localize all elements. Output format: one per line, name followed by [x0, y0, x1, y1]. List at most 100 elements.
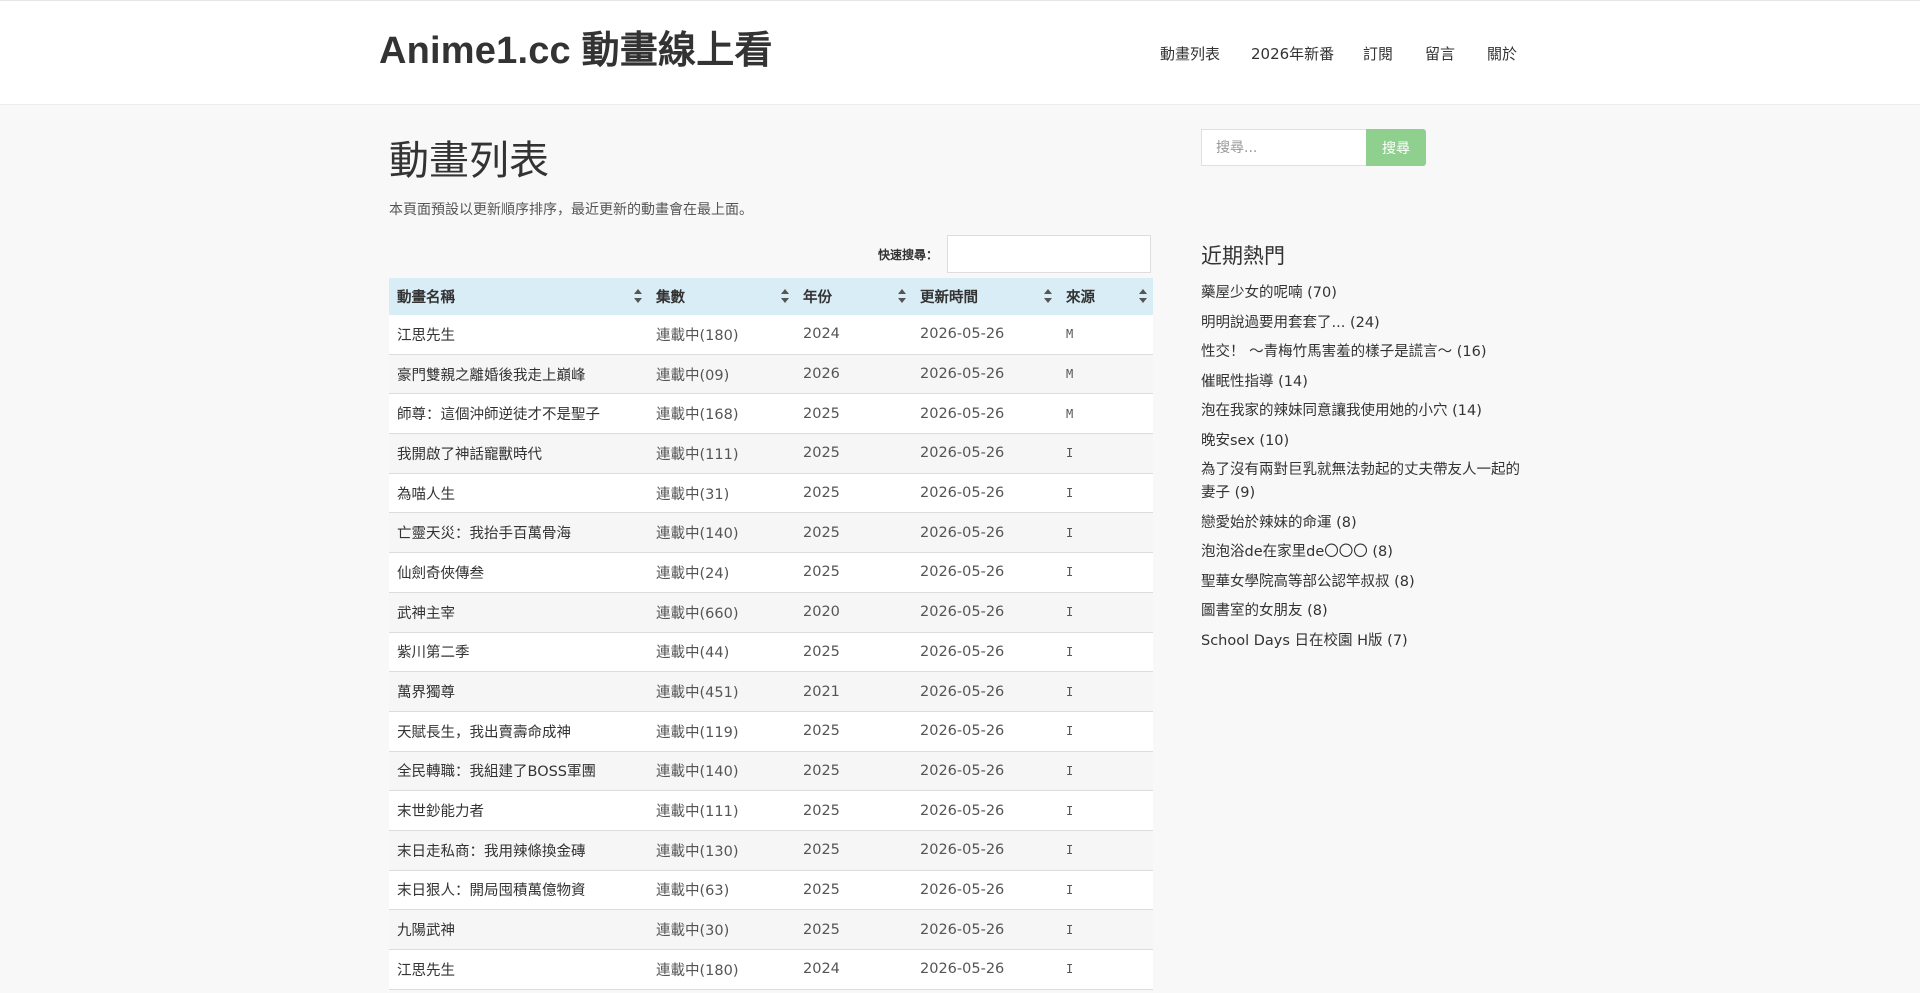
- updated-cell: 2026-05-26: [912, 433, 1058, 474]
- episodes-cell: 連載中(111): [648, 433, 795, 474]
- table-row: 亡靈天災：我抬手百萬骨海 連載中(140) 2025 2026-05-26 I: [389, 512, 1153, 554]
- source-cell: I: [1058, 552, 1153, 593]
- episodes-cell: 連載中(168): [648, 393, 795, 435]
- anime-title-link[interactable]: 九陽武神: [397, 923, 455, 939]
- popular-item-count: (7): [1387, 632, 1408, 649]
- table-row: 末世鈔能力者 連載中(111) 2025 2026-05-26 I: [389, 790, 1153, 831]
- column-header-title[interactable]: 動畫名稱: [389, 278, 648, 315]
- column-header-label: 更新時間: [920, 290, 978, 306]
- popular-item: 圖書室的女朋友 (8): [1201, 600, 1521, 623]
- quick-search-input[interactable]: [947, 235, 1151, 273]
- episodes-cell: 連載中(119): [648, 711, 795, 752]
- anime-title-cell: 為喵人生: [389, 473, 648, 514]
- anime-title-link[interactable]: 亡靈天災：我抬手百萬骨海: [397, 526, 571, 542]
- anime-title-link[interactable]: 天賦長生，我出賣壽命成神: [397, 725, 571, 741]
- anime-title-link[interactable]: 我開啟了神話寵獸時代: [397, 447, 542, 463]
- popular-item-link[interactable]: 泡在我家的辣妹同意讓我使用她的小穴: [1201, 403, 1448, 419]
- source-cell: M: [1058, 393, 1153, 435]
- episodes-cell: 連載中(140): [648, 751, 795, 792]
- popular-item-link[interactable]: 圖書室的女朋友: [1201, 603, 1303, 619]
- popular-item-link[interactable]: 藥屋少女的呢喃: [1201, 285, 1303, 301]
- popular-item-link[interactable]: 性交！ 〜青梅竹馬害羞的樣子是謊言〜: [1201, 344, 1452, 360]
- year-cell: 2025: [795, 751, 912, 792]
- sidebar-search-button[interactable]: 搜尋: [1366, 129, 1426, 166]
- episodes-cell: 連載中(44): [648, 632, 795, 673]
- updated-cell: 2026-05-26: [912, 473, 1058, 514]
- popular-item-count: (9): [1234, 485, 1256, 501]
- anime-title-cell: 天賦長生，我出賣壽命成神: [389, 711, 648, 752]
- anime-title-link[interactable]: 武神主宰: [397, 606, 455, 622]
- nav-subscribe[interactable]: 訂閱: [1363, 43, 1393, 64]
- column-header-year[interactable]: 年份: [795, 278, 912, 315]
- table-row: 紫川第二季 連載中(44) 2025 2026-05-26 I: [389, 632, 1153, 673]
- updated-cell: 2026-05-26: [912, 949, 1058, 990]
- popular-item-link[interactable]: 催眠性指導: [1201, 374, 1274, 390]
- year-cell: 2025: [795, 512, 912, 554]
- popular-item-link[interactable]: 晚安sex: [1201, 433, 1255, 449]
- popular-item-count: (8): [1336, 514, 1357, 531]
- source-cell: I: [1058, 711, 1153, 752]
- source-cell: I: [1058, 949, 1153, 990]
- sort-icon: [898, 289, 906, 303]
- column-header-episodes[interactable]: 集數: [648, 278, 795, 315]
- popular-item-link[interactable]: 明明說過要用套套了...: [1201, 315, 1345, 331]
- anime-title-cell: 紫川第二季: [389, 632, 648, 673]
- table-header-row: 動畫名稱 集數 年份 更新時間 來源: [389, 278, 1153, 315]
- anime-title-link[interactable]: 全民轉職：我組建了BOSS軍團: [397, 764, 596, 780]
- column-header-updated[interactable]: 更新時間: [912, 278, 1058, 315]
- popular-item: 明明說過要用套套了... (24): [1201, 312, 1521, 335]
- anime-title-link[interactable]: 紫川第二季: [397, 645, 470, 661]
- popular-item-count: (70): [1307, 285, 1337, 301]
- sort-icon: [634, 289, 642, 303]
- anime-title-link[interactable]: 江思先生: [397, 328, 455, 344]
- episodes-cell: 連載中(660): [648, 592, 795, 633]
- table-row: 九陽武神 連載中(30) 2025 2026-05-26 I: [389, 909, 1153, 950]
- column-header-source[interactable]: 來源: [1058, 278, 1153, 315]
- table-row: 武神主宰 連載中(660) 2020 2026-05-26 I: [389, 592, 1153, 633]
- source-cell: I: [1058, 592, 1153, 633]
- anime-title-link[interactable]: 為喵人生: [397, 487, 455, 503]
- site-title[interactable]: Anime1.cc 動畫線上看: [379, 19, 773, 74]
- sidebar-search-input[interactable]: [1201, 129, 1366, 166]
- page-description: 本頁面預設以更新順序排序，最近更新的動畫會在最上面。: [389, 202, 753, 218]
- table-row: 萬界獨尊 連載中(451) 2021 2026-05-26 I: [389, 671, 1153, 712]
- popular-item: 為了沒有兩對巨乳就無法勃起的丈夫帶友人一起的妻子 (9): [1201, 459, 1521, 505]
- episodes-cell: 連載中(09): [648, 354, 795, 395]
- anime-title-cell: 我開啟了神話寵獸時代: [389, 433, 648, 474]
- year-cell: 2025: [795, 632, 912, 673]
- nav-comments[interactable]: 留言: [1425, 43, 1455, 64]
- anime-title-link[interactable]: 江思先生: [397, 963, 455, 979]
- popular-item-link[interactable]: 泡泡浴de在家里de〇〇〇: [1201, 544, 1368, 560]
- popular-item-link[interactable]: 聖華女學院高等部公認竿叔叔: [1201, 574, 1390, 590]
- table-row: 末日狠人：開局囤積萬億物資 連載中(63) 2025 2026-05-26 I: [389, 870, 1153, 911]
- anime-title-link[interactable]: 萬界獨尊: [397, 685, 455, 701]
- updated-cell: 2026-05-26: [912, 592, 1058, 633]
- anime-title-link[interactable]: 末世鈔能力者: [397, 804, 484, 820]
- year-cell: 2025: [795, 433, 912, 474]
- source-cell: I: [1058, 830, 1153, 871]
- popular-item-link[interactable]: School Days 日在校園 H版: [1201, 633, 1383, 649]
- anime-title-link[interactable]: 末日走私商：我用辣條換金磚: [397, 844, 586, 860]
- source-cell: I: [1058, 751, 1153, 792]
- anime-title-link[interactable]: 豪門雙親之離婚後我走上巔峰: [397, 368, 586, 384]
- nav-anime-list[interactable]: 動畫列表: [1160, 43, 1220, 64]
- popular-item-count: (14): [1278, 373, 1308, 390]
- anime-title-link[interactable]: 末日狠人：開局囤積萬億物資: [397, 883, 586, 899]
- site-header: Anime1.cc 動畫線上看 動畫列表 2026年新番 訂閱 留言 關於: [0, 0, 1920, 105]
- year-cell: 2025: [795, 552, 912, 593]
- popular-item-link[interactable]: 戀愛始於辣妹的命運: [1201, 515, 1332, 531]
- popular-item-count: (8): [1394, 573, 1415, 590]
- episodes-cell: 連載中(130): [648, 830, 795, 871]
- nav-about[interactable]: 關於: [1487, 43, 1517, 64]
- episodes-cell: 連載中(180): [648, 949, 795, 990]
- popular-item-count: (24): [1349, 314, 1380, 331]
- nav-2026-new[interactable]: 2026年新番: [1251, 43, 1334, 64]
- table-body: 江思先生 連載中(180) 2024 2026-05-26 M 豪門雙親之離婚後我走上巔…: [389, 315, 1153, 990]
- anime-title-link[interactable]: 師尊：這個沖師逆徒才不是聖子: [397, 407, 600, 423]
- episodes-cell: 連載中(31): [648, 473, 795, 514]
- column-header-label: 集數: [656, 290, 685, 306]
- anime-title-link[interactable]: 仙劍奇俠傳叁: [397, 566, 484, 582]
- popular-item: 性交！ 〜青梅竹馬害羞的樣子是謊言〜 (16): [1201, 341, 1521, 364]
- updated-cell: 2026-05-26: [912, 315, 1058, 355]
- source-cell: I: [1058, 473, 1153, 514]
